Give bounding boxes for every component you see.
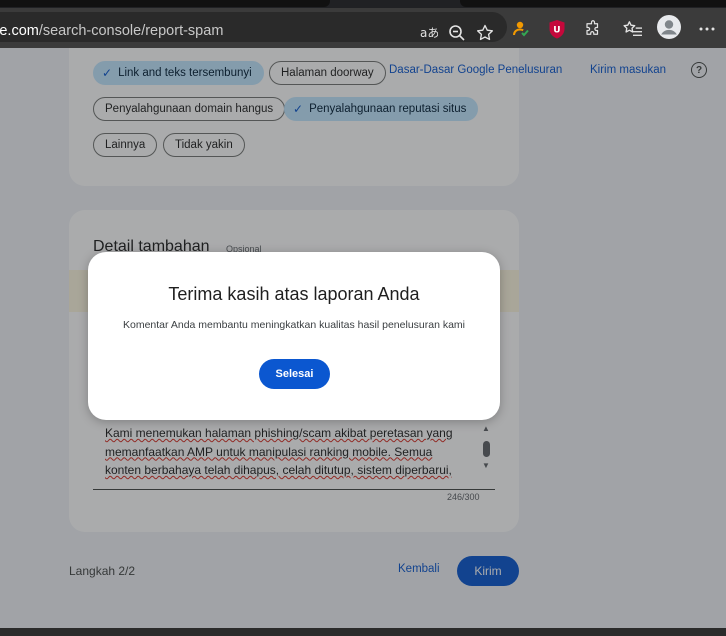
address-url[interactable]: ogle.com/search-console/report-spam	[0, 23, 223, 39]
svg-text:aあ: aあ	[420, 26, 438, 40]
extensions-puzzle-icon[interactable]	[580, 16, 606, 42]
url-host: ogle.com	[0, 23, 39, 39]
browser-tab[interactable]	[0, 0, 330, 7]
thank-you-dialog: Terima kasih atas laporan Anda Komentar …	[88, 252, 500, 420]
read-aloud-icon[interactable]: aあ	[416, 20, 442, 46]
browser-tab-strip	[0, 0, 726, 8]
profile-extension-icon[interactable]	[508, 16, 534, 42]
profile-avatar-icon[interactable]	[656, 14, 682, 40]
zoom-out-icon[interactable]	[444, 20, 470, 46]
svg-text:U: U	[553, 26, 560, 36]
dialog-title: Terima kasih atas laporan Anda	[168, 284, 420, 304]
favorite-star-icon[interactable]	[472, 20, 498, 46]
report-spam-page: ✓ Link and teks tersembunyi Halaman doorw…	[0, 48, 726, 628]
taskbar-edge	[0, 628, 726, 636]
ublock-shield-icon[interactable]: U	[544, 16, 570, 42]
more-menu-icon[interactable]	[694, 16, 720, 42]
browser-toolbar: ogle.com/search-console/report-spam aあ U	[0, 8, 726, 48]
url-path: /search-console/report-spam	[38, 23, 224, 39]
dialog-message: Komentar Anda membantu meningkatkan kual…	[122, 319, 466, 331]
address-bar[interactable]: ogle.com/search-console/report-spam aあ	[0, 12, 507, 42]
favorites-list-icon[interactable]	[620, 16, 646, 42]
done-button[interactable]: Selesai	[259, 359, 330, 389]
browser-tab[interactable]	[460, 0, 726, 7]
